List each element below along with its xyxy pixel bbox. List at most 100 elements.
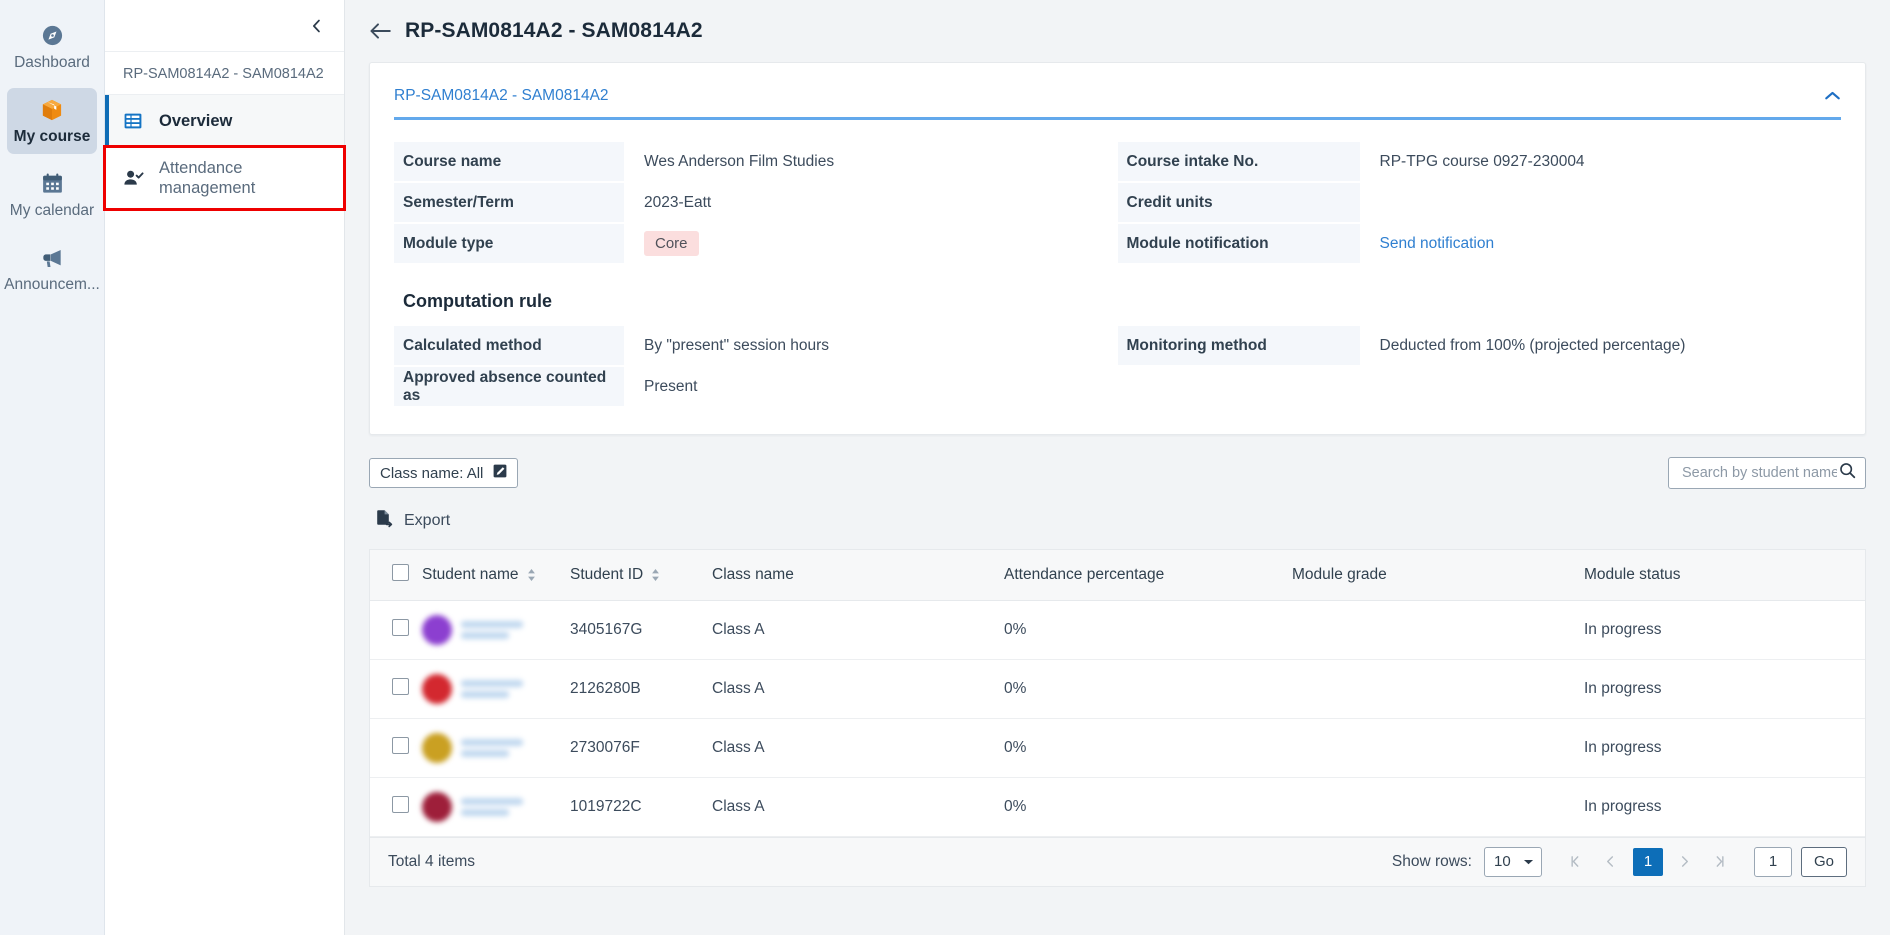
row-checkbox[interactable] bbox=[392, 677, 409, 695]
cell-class-name: Class A bbox=[712, 777, 1004, 837]
cell-module-status: In progress bbox=[1584, 718, 1865, 778]
sort-icon[interactable] bbox=[651, 568, 660, 582]
class-name-filter-label: Class name: All bbox=[380, 464, 484, 482]
export-button[interactable]: Export bbox=[369, 505, 456, 537]
sidebar-item-overview[interactable]: Overview bbox=[105, 95, 344, 147]
course-info-left-column: Course name Wes Anderson Film Studies Se… bbox=[394, 142, 1118, 265]
calendar-icon bbox=[40, 171, 65, 197]
page-prev-icon[interactable] bbox=[1598, 848, 1624, 876]
rail-item-announcements[interactable]: Announcem... bbox=[4, 236, 100, 302]
search-input[interactable] bbox=[1680, 464, 1839, 482]
header-student-id[interactable]: Student ID bbox=[570, 550, 712, 601]
page-title: RP-SAM0814A2 - SAM0814A2 bbox=[405, 19, 703, 42]
rail-label-my-calendar: My calendar bbox=[9, 201, 95, 219]
file-export-icon bbox=[375, 509, 393, 533]
rows-per-page-select[interactable]: 10 bbox=[1483, 846, 1542, 877]
table-row[interactable]: 1019722C Class A 0% In progress bbox=[370, 777, 1865, 837]
header-class-name-label: Class name bbox=[712, 565, 794, 583]
primary-nav-rail: Dashboard My course My calendar Announce… bbox=[0, 0, 105, 935]
goto-page-input[interactable] bbox=[1753, 846, 1792, 877]
edit-square-icon[interactable] bbox=[493, 464, 507, 482]
student-name-redacted bbox=[461, 620, 523, 639]
page-last-icon[interactable] bbox=[1707, 848, 1733, 876]
row-checkbox[interactable] bbox=[392, 618, 409, 636]
course-info-right-column: Course intake No. RP-TPG course 0927-230… bbox=[1117, 142, 1842, 265]
app-root: Dashboard My course My calendar Announce… bbox=[0, 0, 1890, 935]
chevron-up-icon[interactable] bbox=[1824, 90, 1841, 102]
course-sidebar: RP-SAM0814A2 - SAM0814A2 Overview Attend… bbox=[103, 0, 346, 935]
field-credit-units: Credit units bbox=[1117, 183, 1842, 222]
student-name-redacted bbox=[461, 738, 523, 757]
header-attendance-percentage-label: Attendance percentage bbox=[1004, 565, 1165, 583]
field-course-intake-no-label: Course intake No. bbox=[1117, 142, 1360, 181]
header-module-grade: Module grade bbox=[1292, 550, 1584, 601]
show-rows-label: Show rows: bbox=[1391, 852, 1472, 870]
avatar bbox=[422, 614, 452, 645]
total-items-text: Total 4 items bbox=[388, 852, 476, 870]
cell-class-name: Class A bbox=[712, 718, 1004, 778]
computation-rule-title: Computation rule bbox=[403, 291, 552, 311]
course-info-grid: Course name Wes Anderson Film Studies Se… bbox=[394, 142, 1841, 265]
filter-bar: Class name: All bbox=[369, 457, 1866, 489]
sidebar-item-attendance-management[interactable]: Attendance management bbox=[103, 145, 346, 211]
students-table-wrapper: Student name Student ID Class name Atten… bbox=[369, 549, 1866, 837]
sort-icon[interactable] bbox=[527, 568, 536, 582]
search-icon[interactable] bbox=[1839, 462, 1856, 484]
field-module-type-value: Core bbox=[624, 224, 699, 263]
field-calculated-method: Calculated method By "present" session h… bbox=[394, 326, 1118, 365]
cell-attendance-percentage: 0% bbox=[1004, 718, 1292, 778]
table-body: 3405167G Class A 0% In progress 2126280B Clas… bbox=[370, 600, 1865, 837]
cell-student-id: 1019722C bbox=[570, 777, 712, 837]
field-monitoring-method-value: Deducted from 100% (projected percentage… bbox=[1379, 336, 1686, 354]
student-search-box[interactable] bbox=[1668, 457, 1866, 489]
cell-student-name bbox=[422, 718, 570, 778]
field-calculated-method-label: Calculated method bbox=[394, 326, 624, 365]
table-row[interactable]: 2126280B Class A 0% In progress bbox=[370, 659, 1865, 719]
rail-label-dashboard: Dashboard bbox=[14, 53, 90, 71]
cell-student-id: 3405167G bbox=[570, 600, 712, 660]
cell-module-status: In progress bbox=[1584, 777, 1865, 837]
page-first-icon[interactable] bbox=[1563, 848, 1589, 876]
field-course-name: Course name Wes Anderson Film Studies bbox=[394, 142, 1118, 181]
cell-class-name: Class A bbox=[712, 600, 1004, 660]
cell-module-grade bbox=[1292, 600, 1584, 660]
rail-item-my-calendar[interactable]: My calendar bbox=[7, 162, 97, 228]
class-name-filter-chip[interactable]: Class name: All bbox=[369, 458, 519, 488]
row-select-cell bbox=[370, 600, 422, 660]
field-course-intake-no: Course intake No. RP-TPG course 0927-230… bbox=[1117, 142, 1842, 181]
row-select-cell bbox=[370, 777, 422, 837]
rail-label-announcements: Announcem... bbox=[4, 275, 100, 293]
field-calculated-method-value: By "present" session hours bbox=[644, 336, 830, 354]
table-row[interactable]: 2730076F Class A 0% In progress bbox=[370, 718, 1865, 778]
send-notification-link[interactable]: Send notification bbox=[1380, 235, 1495, 253]
computation-rule-grid: Calculated method By "present" session h… bbox=[394, 326, 1841, 408]
chevron-left-icon[interactable] bbox=[309, 17, 324, 35]
rail-item-dashboard[interactable]: Dashboard bbox=[7, 14, 97, 80]
card-course-link[interactable]: RP-SAM0814A2 - SAM0814A2 bbox=[394, 87, 609, 105]
table-row[interactable]: 3405167G Class A 0% In progress bbox=[370, 600, 1865, 660]
field-module-type: Module type Core bbox=[394, 224, 1118, 263]
rows-per-page-value: 10 bbox=[1493, 853, 1511, 870]
header-student-name[interactable]: Student name bbox=[422, 550, 570, 601]
row-select-cell bbox=[370, 718, 422, 778]
row-checkbox[interactable] bbox=[392, 795, 409, 813]
pagination-controls: Show rows: 10 1 1 Go bbox=[1391, 846, 1847, 877]
avatar bbox=[422, 791, 452, 822]
field-monitoring-method: Monitoring method Deducted from 100% (pr… bbox=[1117, 326, 1842, 365]
field-module-notification-value: Send notification bbox=[1360, 224, 1495, 263]
arrow-left-icon[interactable] bbox=[369, 22, 391, 40]
go-button[interactable]: Go bbox=[1800, 846, 1847, 877]
cell-student-id: 2126280B bbox=[570, 659, 712, 719]
row-select-cell bbox=[370, 659, 422, 719]
cell-module-grade bbox=[1292, 777, 1584, 837]
computation-rule-left-column: Calculated method By "present" session h… bbox=[394, 326, 1118, 408]
megaphone-icon bbox=[39, 245, 65, 271]
page-number-1[interactable]: 1 bbox=[1632, 847, 1663, 876]
row-checkbox[interactable] bbox=[392, 736, 409, 754]
field-semester-term: Semester/Term 2023-Eatt bbox=[394, 183, 1118, 222]
header-module-grade-label: Module grade bbox=[1292, 565, 1387, 583]
select-all-checkbox[interactable] bbox=[392, 563, 409, 581]
page-next-icon[interactable] bbox=[1672, 848, 1698, 876]
main-content: RP-SAM0814A2 - SAM0814A2 RP-SAM0814A2 - … bbox=[345, 0, 1890, 935]
rail-item-my-course[interactable]: My course bbox=[7, 88, 97, 154]
